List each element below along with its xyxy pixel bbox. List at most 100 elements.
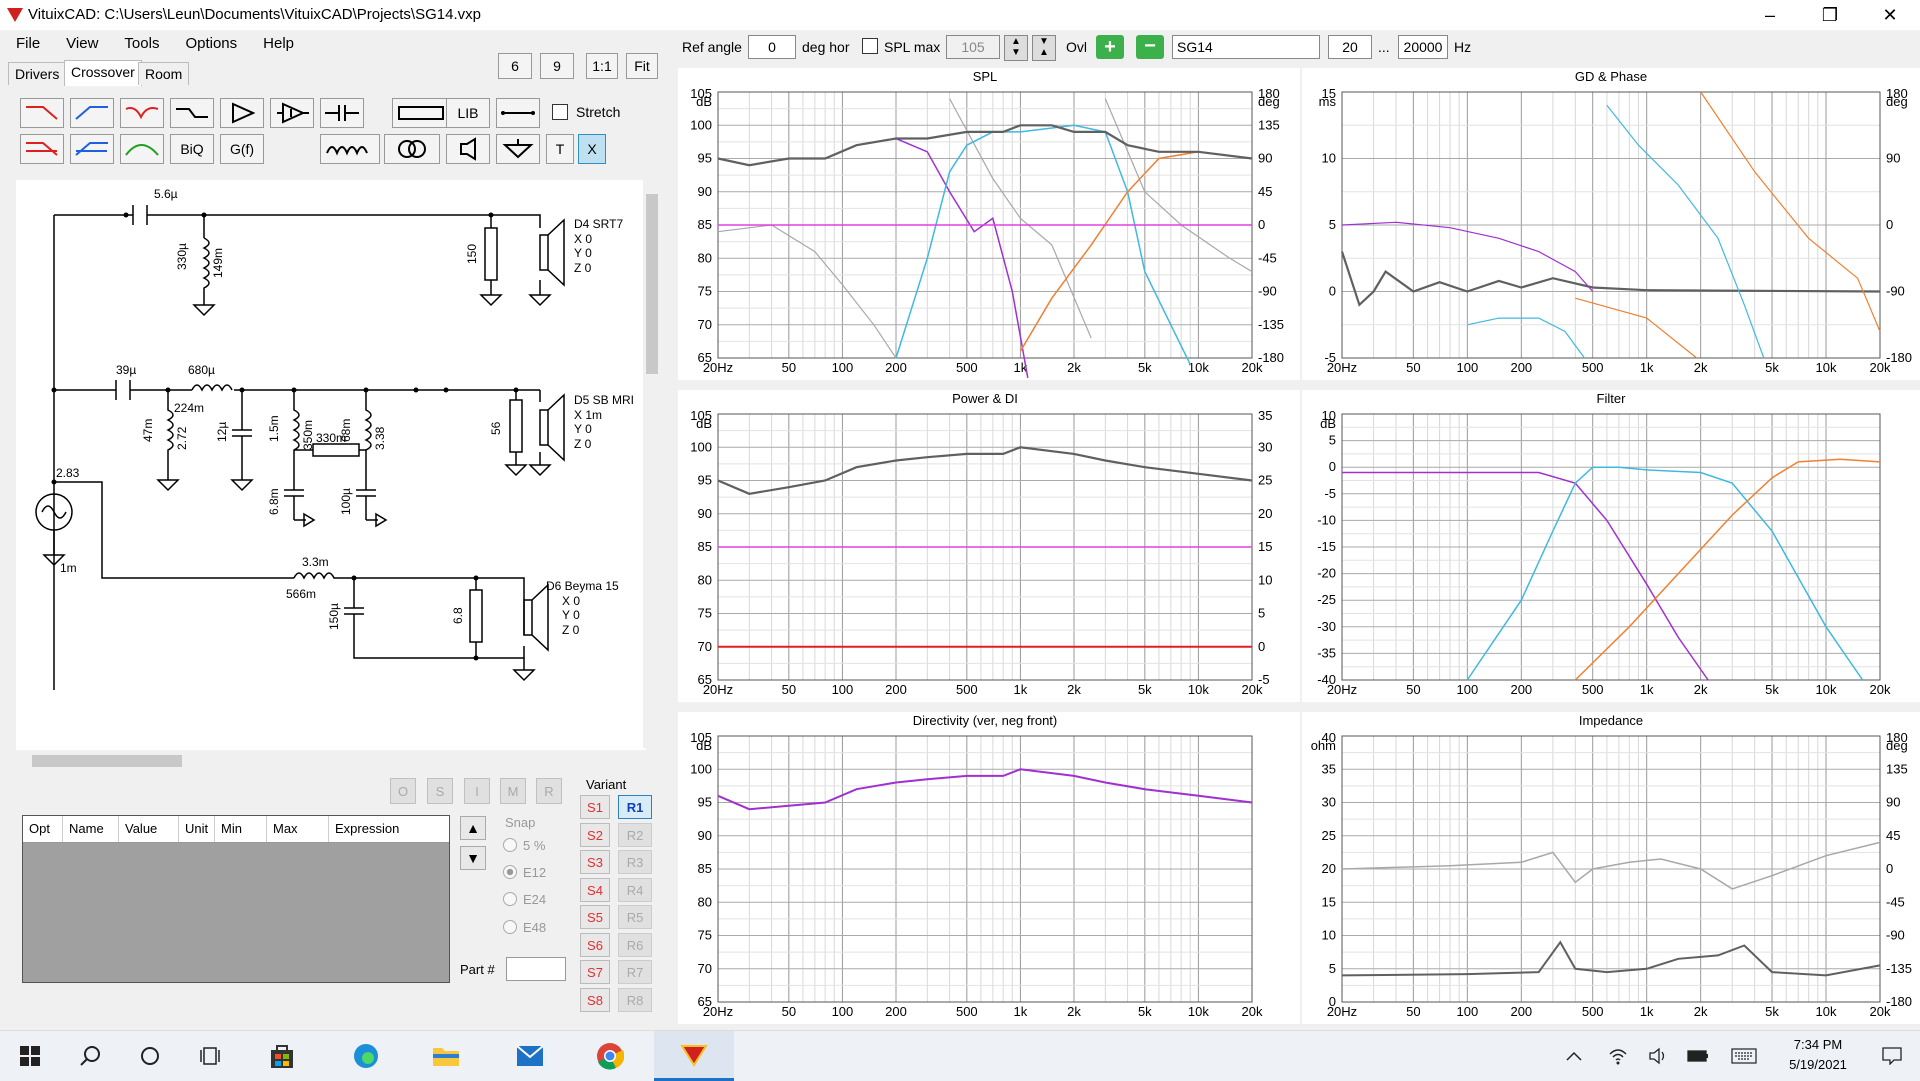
variant-s7-button[interactable]: S7 xyxy=(580,960,610,984)
fit-button[interactable]: Fit xyxy=(626,53,658,79)
search-button[interactable] xyxy=(64,1031,116,1081)
close-button[interactable]: ✕ xyxy=(1860,0,1920,30)
crossover-schematic[interactable]: 5.6µ 330µ 149m 150 D4 SRT7 X 0 Y 0 Z 0 3… xyxy=(16,180,646,750)
variant-r6-button[interactable]: R6 xyxy=(618,933,652,957)
tab-room[interactable]: Room xyxy=(138,62,190,85)
file-explorer-app[interactable] xyxy=(420,1031,472,1081)
variant-s2-button[interactable]: S2 xyxy=(580,823,610,847)
spl-range-icon[interactable]: ▼ ▲ xyxy=(1032,35,1056,61)
battery-button[interactable] xyxy=(1680,1031,1716,1081)
remove-overlay-button[interactable]: − xyxy=(1136,35,1164,59)
impedance-chart[interactable]: Impedance40 18035 13530 9025 4520 015 -4510 -90… xyxy=(1302,712,1920,1024)
lowpass-2-button[interactable] xyxy=(20,134,64,164)
store-app[interactable] xyxy=(256,1031,308,1081)
x-button[interactable]: X xyxy=(578,134,606,164)
variant-s3-button[interactable]: S3 xyxy=(580,850,610,874)
highpass-2-button[interactable] xyxy=(70,134,114,164)
add-overlay-button[interactable]: + xyxy=(1096,35,1124,59)
spl-max-input[interactable]: 105 xyxy=(946,35,1000,59)
menu-view[interactable]: View xyxy=(50,30,108,52)
variant-s8-button[interactable]: S8 xyxy=(580,988,610,1012)
overlay-name-input[interactable]: SG14 xyxy=(1172,35,1320,59)
variant-r7-button[interactable]: R7 xyxy=(618,960,652,984)
gd-phase-chart[interactable]: GD & Phase15 18010 905 00 -90-5 -180ms deg20Hz… xyxy=(1302,68,1920,380)
restore-button[interactable]: ❐ xyxy=(1800,0,1860,30)
variant-r4-button[interactable]: R4 xyxy=(618,878,652,902)
text-button[interactable]: T xyxy=(546,134,574,164)
lib-button[interactable]: LIB xyxy=(446,98,490,128)
variant-r1-button[interactable]: R1 xyxy=(618,795,652,819)
menu-options[interactable]: Options xyxy=(169,30,247,52)
power-di-chart[interactable]: Power & DI105 35100 3095 2590 2085 1580 1075 57… xyxy=(678,390,1300,702)
opt-o-button[interactable]: O xyxy=(390,778,416,804)
tab-crossover[interactable]: Crossover xyxy=(64,60,142,86)
ground-button[interactable] xyxy=(496,134,540,164)
zoom-1-1-button[interactable]: 1:1 xyxy=(586,53,618,79)
transformer-button[interactable] xyxy=(384,134,440,164)
freq-from-input[interactable]: 20 xyxy=(1328,35,1372,59)
variant-s6-button[interactable]: S6 xyxy=(580,933,610,957)
variant-r3-button[interactable]: R3 xyxy=(618,850,652,874)
snap-e24-radio[interactable]: E24 xyxy=(503,892,546,907)
freq-to-input[interactable]: 20000 xyxy=(1398,35,1448,59)
wire-button[interactable] xyxy=(496,98,540,128)
opamp-button[interactable] xyxy=(270,98,314,128)
keyboard-button[interactable] xyxy=(1724,1031,1764,1081)
opt-r-button[interactable]: R xyxy=(536,778,562,804)
task-view-button[interactable] xyxy=(184,1031,236,1081)
cortana-button[interactable] xyxy=(124,1031,176,1081)
variant-s4-button[interactable]: S4 xyxy=(580,878,610,902)
capacitor-button[interactable] xyxy=(320,98,364,128)
menu-help[interactable]: Help xyxy=(247,30,304,52)
col-max[interactable]: Max xyxy=(267,816,329,842)
clock[interactable]: 7:34 PM 5/19/2021 xyxy=(1772,1035,1864,1075)
opt-s-button[interactable]: S xyxy=(427,778,453,804)
start-button[interactable] xyxy=(4,1031,56,1081)
col-opt[interactable]: Opt xyxy=(23,816,63,842)
directivity-chart[interactable]: Directivity (ver, neg front)105100959085… xyxy=(678,712,1300,1024)
network-button[interactable] xyxy=(1600,1031,1636,1081)
notifications-button[interactable] xyxy=(1870,1031,1914,1081)
col-expression[interactable]: Expression xyxy=(329,816,449,842)
vituixcad-app[interactable] xyxy=(654,1031,734,1081)
shelf-button[interactable] xyxy=(170,98,214,128)
snap-e48-radio[interactable]: E48 xyxy=(503,920,546,935)
spl-max-checkbox[interactable] xyxy=(862,38,878,54)
lowpass-1-button[interactable] xyxy=(20,98,64,128)
inductor-button[interactable] xyxy=(320,134,380,164)
show-hidden-icons-button[interactable] xyxy=(1554,1031,1594,1081)
gf-button[interactable]: G(f) xyxy=(220,134,264,164)
biquad-button[interactable]: BiQ xyxy=(170,134,214,164)
driver-button[interactable] xyxy=(446,134,490,164)
minimize-button[interactable]: – xyxy=(1740,0,1800,30)
opt-i-button[interactable]: I xyxy=(464,778,490,804)
col-min[interactable]: Min xyxy=(215,816,267,842)
variant-r5-button[interactable]: R5 xyxy=(618,905,652,929)
buffer-button[interactable] xyxy=(220,98,264,128)
snap-5-radio[interactable]: 5 % xyxy=(503,838,545,853)
variant-s1-button[interactable]: S1 xyxy=(580,795,610,819)
variant-r2-button[interactable]: R2 xyxy=(618,823,652,847)
spl-chart[interactable]: SPL105 180100 13595 9090 4585 080 -4575 -9070 -1… xyxy=(678,68,1300,380)
order-6-button[interactable]: 6 xyxy=(498,53,532,79)
chrome-app[interactable] xyxy=(584,1031,636,1081)
edge-app[interactable] xyxy=(340,1031,392,1081)
menu-file[interactable]: File xyxy=(0,30,50,52)
variant-r8-button[interactable]: R8 xyxy=(618,988,652,1012)
schematic-horizontal-scrollbar[interactable] xyxy=(16,752,644,770)
variant-s5-button[interactable]: S5 xyxy=(580,905,610,929)
menu-tools[interactable]: Tools xyxy=(108,30,169,52)
mail-app[interactable] xyxy=(504,1031,556,1081)
bandpass-button[interactable] xyxy=(120,134,164,164)
move-up-button[interactable]: ▲ xyxy=(460,816,486,840)
notch-button[interactable] xyxy=(120,98,164,128)
snap-e12-radio[interactable]: E12 xyxy=(503,865,546,880)
order-9-button[interactable]: 9 xyxy=(540,53,574,79)
filter-chart[interactable]: Filter1050-5-10-15-20-25-30-35-40dB20Hz 5… xyxy=(1302,390,1920,702)
col-value[interactable]: Value xyxy=(119,816,179,842)
ref-angle-input[interactable]: 0 xyxy=(748,35,796,59)
resistor-button[interactable] xyxy=(392,98,450,128)
optimizer-table[interactable]: Opt Name Value Unit Min Max Expression xyxy=(22,815,450,983)
volume-button[interactable] xyxy=(1640,1031,1676,1081)
schematic-vertical-scrollbar[interactable] xyxy=(643,178,661,748)
